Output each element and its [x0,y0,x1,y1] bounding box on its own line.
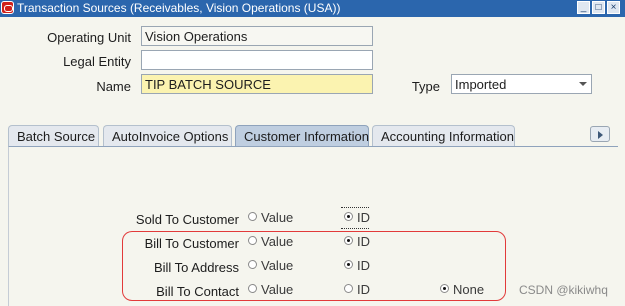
sold-to-customer-label: Sold To Customer [135,212,239,227]
type-select[interactable]: Imported [451,74,592,94]
type-label: Type [411,79,440,94]
tab-accounting-information[interactable]: Accounting Information [372,125,515,146]
sold-to-customer-id-radio[interactable] [344,212,353,221]
highlight-annotation-box [122,231,506,301]
minimize-button[interactable]: _ [577,1,590,14]
watermark: CSDN @kikiwhq [519,283,608,297]
name-label: Name [96,79,131,94]
sold-to-customer-value-radio[interactable] [248,212,257,221]
legal-entity-field[interactable] [141,50,373,70]
operating-unit-label: Operating Unit [47,30,131,45]
oracle-app-icon [1,1,14,14]
sold-to-customer-value-text: Value [261,210,294,225]
window-title: Transaction Sources (Receivables, Vision… [17,1,341,15]
close-button[interactable]: × [607,1,620,14]
window-title-bar: Transaction Sources (Receivables, Vision… [0,0,625,17]
name-field[interactable]: TIP BATCH SOURCE [141,74,373,94]
operating-unit-field[interactable]: Vision Operations [141,26,373,46]
legal-entity-label: Legal Entity [63,54,131,69]
maximize-button[interactable]: □ [592,1,605,14]
tab-customer-information[interactable]: Customer Information [235,125,369,146]
tab-scroll-right-icon[interactable] [590,126,610,142]
tab-batch-source[interactable]: Batch Source [8,125,99,146]
tab-autoinvoice-options[interactable]: AutoInvoice Options [103,125,232,146]
chevron-down-icon[interactable] [579,82,587,86]
type-select-value: Imported [455,77,507,92]
sold-to-customer-id-text: ID [357,210,370,225]
